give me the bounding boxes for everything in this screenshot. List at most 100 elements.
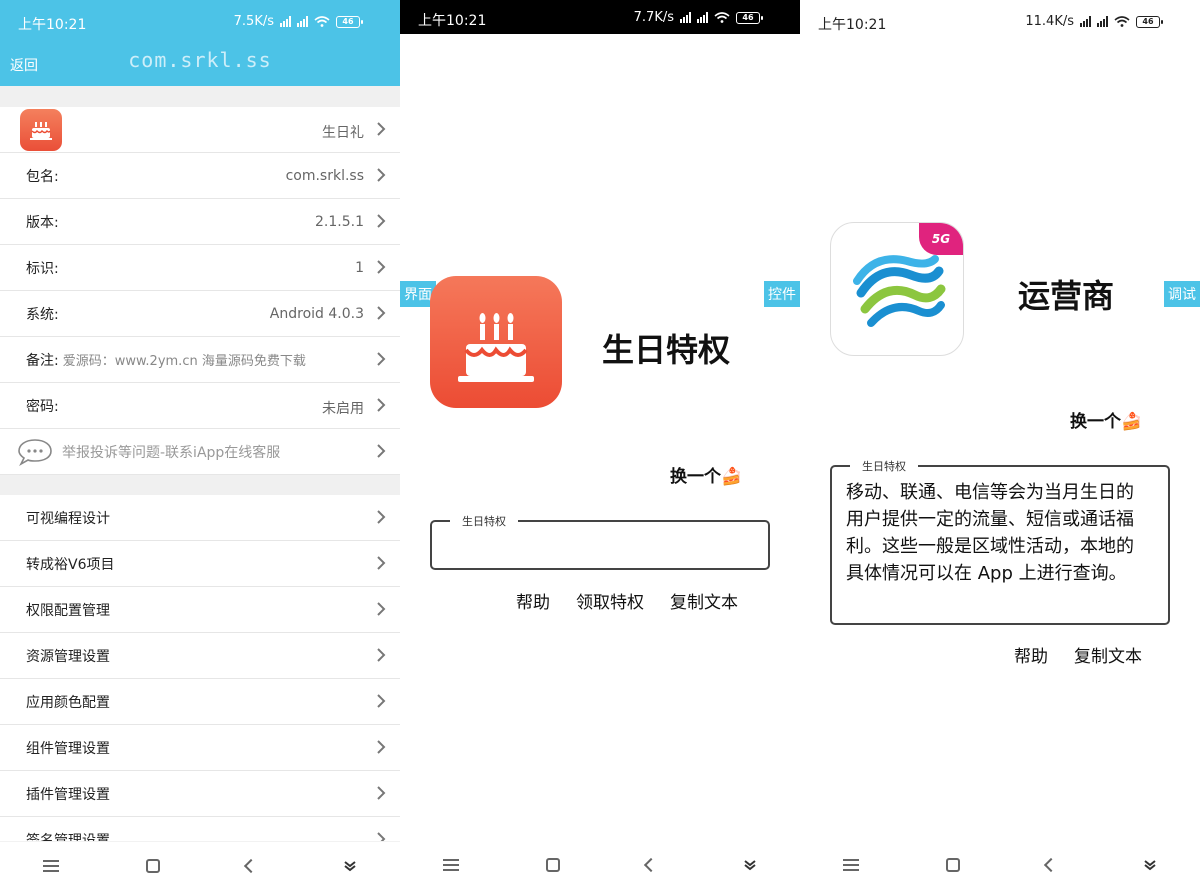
wifi-icon xyxy=(714,12,730,23)
field-legend: 生日特权 xyxy=(850,458,918,474)
password-label: 密码: xyxy=(26,398,59,415)
chevron-right-icon xyxy=(377,444,386,458)
remark-row[interactable]: 备注: 爱源码：www.2ym.cn 海量源码免费下载 xyxy=(0,337,400,383)
remark-label: 备注: xyxy=(26,352,59,369)
identifier-row[interactable]: 标识: 1 xyxy=(0,245,400,291)
version-value: 2.1.5.1 xyxy=(315,214,364,230)
package-value: com.srkl.ss xyxy=(285,168,364,184)
debug-tag[interactable]: 调试 xyxy=(1164,281,1200,307)
cake-app-icon xyxy=(430,276,562,408)
swap-button[interactable]: 换一个🍰 xyxy=(670,462,742,487)
cake-app-icon xyxy=(20,108,62,151)
signal-icon-2 xyxy=(297,16,308,27)
remark-value: 爱源码：www.2ym.cn 海量源码免费下载 xyxy=(62,354,306,369)
chevron-right-icon xyxy=(377,694,386,708)
signal-icon-2 xyxy=(697,12,708,23)
privilege-text-field[interactable]: 生日特权 xyxy=(430,513,770,570)
home-icon[interactable] xyxy=(545,858,560,872)
network-speed: 11.4K/s xyxy=(1025,14,1074,29)
controls-tag[interactable]: 控件 xyxy=(764,281,800,307)
menu-item-label: 应用颜色配置 xyxy=(26,694,110,711)
menu-item-resources[interactable]: 资源管理设置 xyxy=(0,633,400,679)
hide-nav-icon[interactable] xyxy=(743,858,757,872)
china-mobile-logo-icon: 5G xyxy=(830,222,964,356)
chevron-right-icon xyxy=(377,602,386,616)
signal-icon-2 xyxy=(1097,16,1108,27)
chevron-right-icon xyxy=(377,214,386,228)
menu-item-label: 转成裕V6项目 xyxy=(26,556,115,573)
home-icon[interactable] xyxy=(145,858,160,873)
signal-icon xyxy=(280,16,291,27)
app-name-row[interactable]: 生日礼 xyxy=(0,107,400,153)
chevron-right-icon xyxy=(377,306,386,320)
wifi-icon xyxy=(314,16,330,27)
chevron-right-icon xyxy=(377,786,386,800)
menu-item-label: 组件管理设置 xyxy=(26,740,110,757)
system-nav-bar xyxy=(400,841,800,889)
claim-privilege-button[interactable]: 领取特权 xyxy=(576,588,644,613)
page-title: com.srkl.ss xyxy=(128,48,272,72)
chevron-right-icon xyxy=(377,648,386,662)
system-row[interactable]: 系统: Android 4.0.3 xyxy=(0,291,400,337)
recents-icon[interactable] xyxy=(43,859,60,872)
swap-button[interactable]: 换一个🍰 xyxy=(1070,407,1142,432)
menu-item-label: 权限配置管理 xyxy=(26,602,110,619)
chevron-right-icon xyxy=(377,510,386,524)
signal-icon xyxy=(1080,16,1091,27)
system-nav-bar xyxy=(0,841,400,889)
menu-item-visual-programming[interactable]: 可视编程设计 xyxy=(0,495,400,541)
report-text: 举报投诉等问题-联系iApp在线客服 xyxy=(62,444,281,461)
birthday-privilege-panel: 上午10:21 7.7K/s 46 界面 控件 生日特权 换一个🍰 生日特权 帮… xyxy=(400,0,800,889)
carrier-panel: 上午10:21 11.4K/s 46 调试 5G 运营商 换一个🍰 生日特权 移… xyxy=(800,0,1200,889)
status-bar: 上午10:21 7.7K/s 46 xyxy=(400,0,800,34)
app-info-panel: 上午10:21 7.5K/s 46 返回 com.srkl.ss 生日礼 包名:… xyxy=(0,0,400,889)
home-icon[interactable] xyxy=(945,858,960,872)
menu-item-label: 资源管理设置 xyxy=(26,648,110,665)
identifier-value: 1 xyxy=(355,260,364,276)
battery-icon: 46 xyxy=(336,15,363,28)
network-speed: 7.7K/s xyxy=(633,10,674,25)
menu-item-permissions[interactable]: 权限配置管理 xyxy=(0,587,400,633)
app-name-value: 生日礼 xyxy=(322,125,364,141)
copy-text-button[interactable]: 复制文本 xyxy=(670,588,738,613)
version-label: 版本: xyxy=(26,214,59,231)
identifier-label: 标识: xyxy=(26,260,59,277)
menu-item-label: 可视编程设计 xyxy=(26,510,110,527)
back-icon[interactable] xyxy=(1044,857,1059,873)
package-label: 包名: xyxy=(26,168,59,185)
page-title: 生日特权 xyxy=(602,331,731,369)
info-list: 生日礼 包名: com.srkl.ss 版本: 2.1.5.1 标识: 1 系统… xyxy=(0,107,400,475)
report-row[interactable]: 举报投诉等问题-联系iApp在线客服 xyxy=(0,429,400,475)
system-value: Android 4.0.3 xyxy=(269,306,364,322)
action-bar: 帮助 复制文本 xyxy=(1014,642,1142,667)
chevron-right-icon xyxy=(377,352,386,366)
menu-item-colors[interactable]: 应用颜色配置 xyxy=(0,679,400,725)
help-button[interactable]: 帮助 xyxy=(1014,642,1048,667)
battery-icon: 46 xyxy=(1136,15,1163,28)
hide-nav-icon[interactable] xyxy=(343,859,357,873)
privilege-text-field[interactable]: 生日特权 移动、联通、电信等会为当月生日的用户提供一定的流量、短信或通话福利。这… xyxy=(830,458,1170,625)
description-text: 移动、联通、电信等会为当月生日的用户提供一定的流量、短信或通话福利。这些一般是区… xyxy=(846,482,1134,584)
signal-icon xyxy=(680,12,691,23)
hide-nav-icon[interactable] xyxy=(1143,858,1157,872)
copy-text-button[interactable]: 复制文本 xyxy=(1074,642,1142,667)
back-icon[interactable] xyxy=(644,857,659,873)
help-button[interactable]: 帮助 xyxy=(516,588,550,613)
back-icon[interactable] xyxy=(244,858,259,873)
menu-item-convert-project[interactable]: 转成裕V6项目 xyxy=(0,541,400,587)
wifi-icon xyxy=(1114,16,1130,27)
menu-item-plugins[interactable]: 插件管理设置 xyxy=(0,771,400,817)
recents-icon[interactable] xyxy=(843,859,860,871)
menu-item-components[interactable]: 组件管理设置 xyxy=(0,725,400,771)
status-time: 上午10:21 xyxy=(818,17,887,33)
5g-badge: 5G xyxy=(919,223,963,255)
divider xyxy=(0,475,400,495)
version-row[interactable]: 版本: 2.1.5.1 xyxy=(0,199,400,245)
status-time: 上午10:21 xyxy=(418,13,487,29)
package-row[interactable]: 包名: com.srkl.ss xyxy=(0,153,400,199)
menu-list: 可视编程设计 转成裕V6项目 权限配置管理 资源管理设置 应用颜色配置 组件管理… xyxy=(0,495,400,863)
divider xyxy=(0,86,400,107)
recents-icon[interactable] xyxy=(443,859,460,871)
status-bar: 上午10:21 11.4K/s 46 xyxy=(800,0,1200,40)
password-row[interactable]: 密码: 未启用 xyxy=(0,383,400,429)
